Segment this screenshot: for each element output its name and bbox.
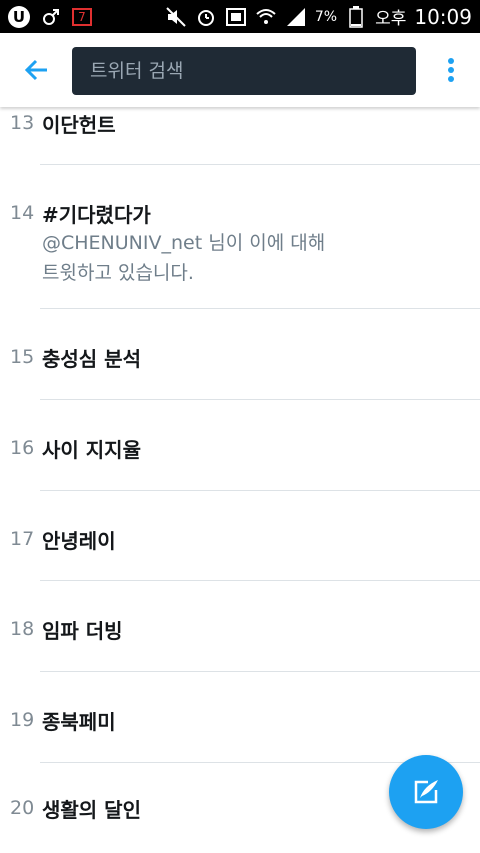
search-field-container	[72, 47, 416, 95]
trend-title: 종북페미	[42, 710, 116, 734]
back-button[interactable]	[16, 49, 58, 91]
trend-context-line: 트윗하고 있습니다.	[42, 262, 194, 284]
trend-item[interactable]: 18 임파 더빙	[0, 581, 480, 672]
trends-list: 13 이단헌트 14 #기다렸다가 @CHENUNIV_net 님이 이에 대해…	[0, 107, 480, 853]
trend-rank: 16	[10, 437, 35, 459]
trend-title: 충성심 분석	[42, 347, 141, 371]
male-icon	[40, 6, 62, 28]
alarm-icon	[195, 6, 217, 28]
trend-title: 안녕레이	[42, 529, 116, 553]
back-arrow-icon	[24, 59, 47, 81]
trend-rank: 19	[10, 709, 35, 731]
app-u-icon: U	[8, 5, 30, 28]
trend-rank: 13	[10, 112, 35, 134]
trend-item[interactable]: 13 이단헌트	[0, 107, 480, 165]
trend-rank: 18	[10, 618, 35, 640]
wifi-icon	[255, 6, 277, 28]
trend-item[interactable]: 14 #기다렸다가 @CHENUNIV_net 님이 이에 대해 트윗하고 있습…	[0, 165, 480, 309]
trend-rank: 15	[10, 346, 35, 368]
battery-percent: 7%	[314, 8, 338, 25]
trend-item[interactable]: 15 충성심 분석	[0, 309, 480, 400]
calendar-icon: 7	[72, 7, 92, 26]
compose-tweet-button[interactable]	[389, 755, 463, 829]
trend-title: 사이 지지율	[42, 438, 141, 462]
trend-rank: 20	[10, 797, 35, 819]
trend-item[interactable]: 16 사이 지지율	[0, 400, 480, 491]
trend-title: 이단헌트	[42, 113, 116, 137]
clock-ampm: 오후	[375, 9, 407, 29]
trend-context-line: @CHENUNIV_net 님이 이에 대해	[42, 232, 326, 254]
trend-item[interactable]: 19 종북페미	[0, 672, 480, 763]
mute-icon	[165, 6, 187, 28]
signal-icon	[285, 6, 307, 28]
search-toolbar	[0, 33, 480, 107]
status-bar: U 7 7% 오후 10:09	[0, 0, 480, 33]
clock-time: 10:09	[414, 4, 472, 29]
trend-item[interactable]: 17 안녕레이	[0, 491, 480, 581]
trend-rank: 14	[10, 202, 35, 224]
search-input[interactable]	[88, 59, 416, 83]
overflow-menu-button[interactable]	[436, 49, 466, 91]
trend-title: #기다렸다가	[42, 203, 151, 227]
compose-icon	[414, 780, 438, 804]
battery-icon	[345, 5, 367, 28]
trend-title: 임파 더빙	[42, 619, 123, 643]
more-vert-icon	[448, 58, 454, 82]
nfc-icon	[225, 6, 247, 28]
trend-rank: 17	[10, 528, 35, 550]
